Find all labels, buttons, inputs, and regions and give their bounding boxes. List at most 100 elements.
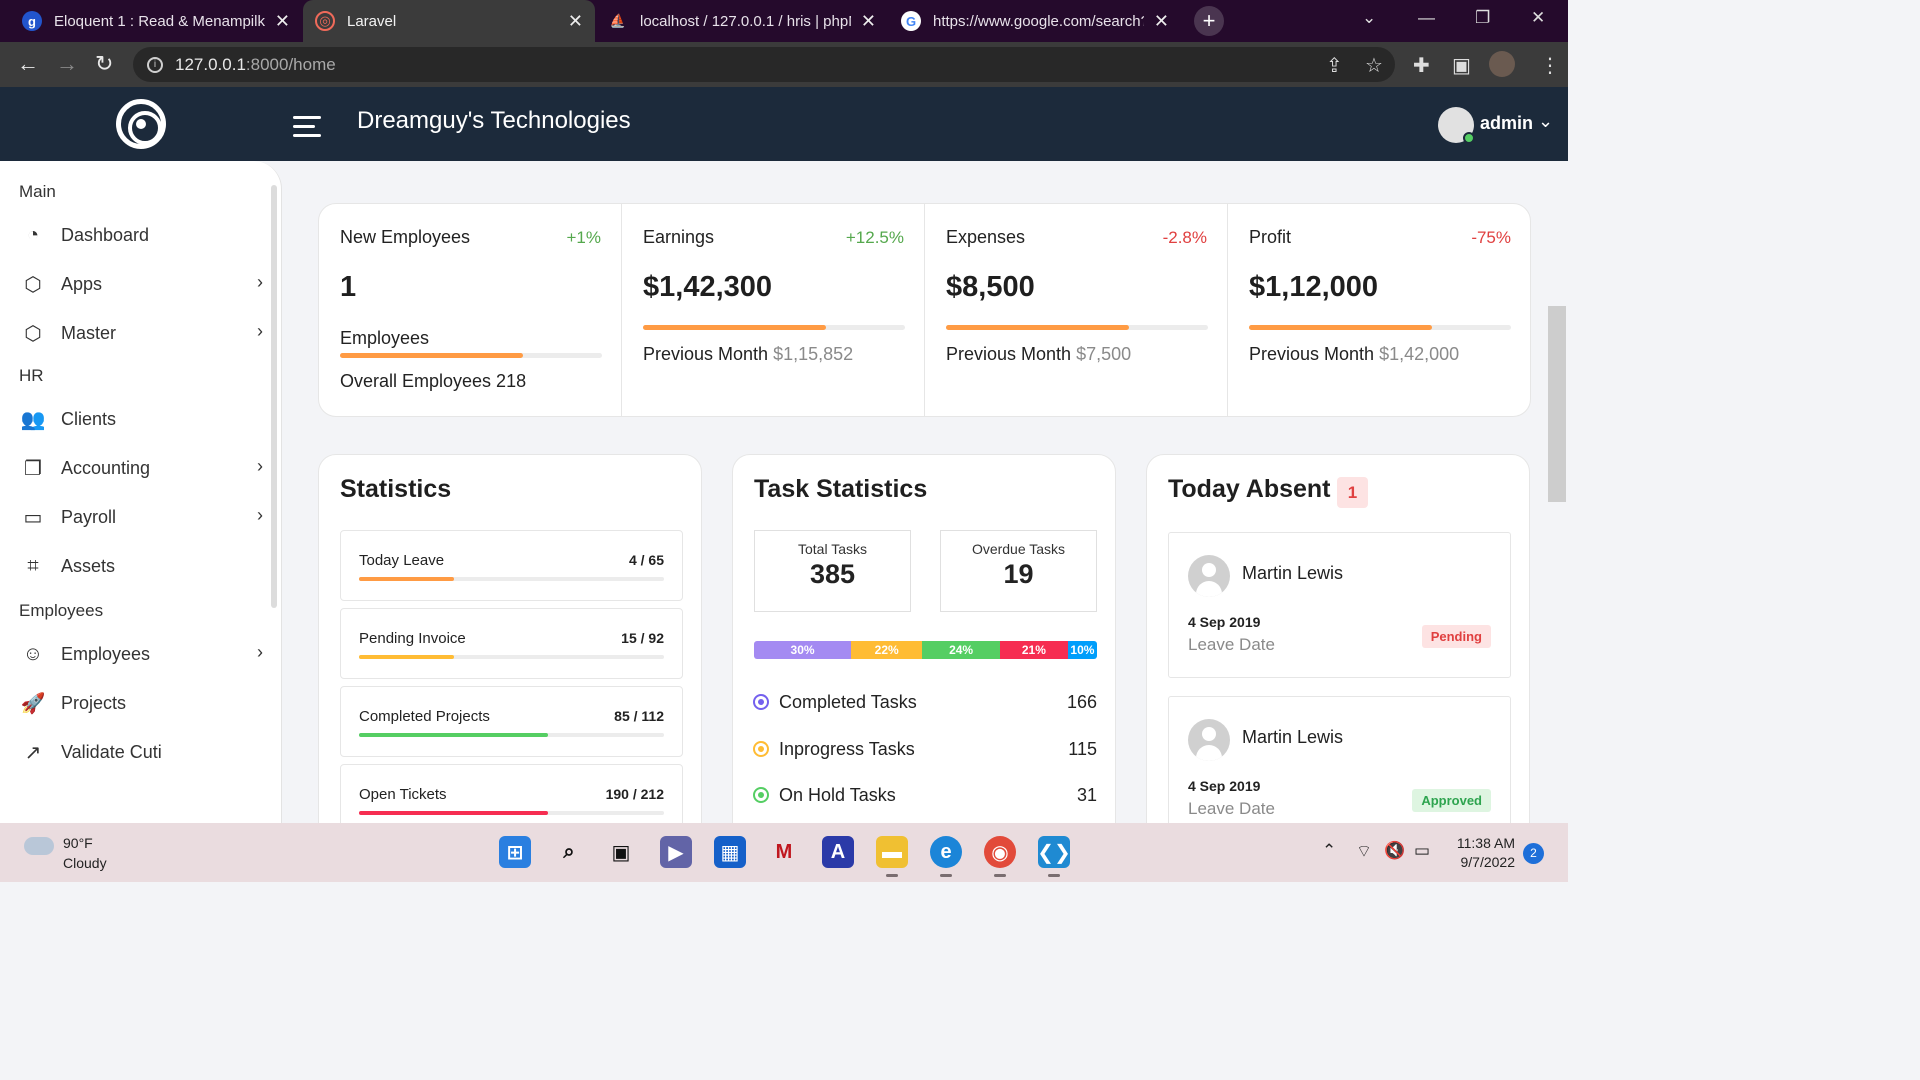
chrome-icon[interactable]: ◉ xyxy=(984,836,1016,877)
employee-name[interactable]: Martin Lewis xyxy=(1242,727,1343,748)
user-avatar[interactable] xyxy=(1438,107,1475,144)
sidebar-item-label: Accounting xyxy=(61,457,151,478)
chevron-down-icon[interactable]: ⌄ xyxy=(1538,111,1553,132)
stat-change: +12.5% xyxy=(845,228,904,247)
edge-icon[interactable]: e xyxy=(930,836,962,877)
tab-search-icon[interactable]: ⌄ xyxy=(1362,8,1376,28)
sidebar-item-label: Master xyxy=(61,322,117,343)
sidebar-item-apps[interactable]: ⬡ Apps › xyxy=(19,269,269,299)
browser-tab-laravel[interactable]: ◎ Laravel ✕ xyxy=(303,0,595,42)
share-icon[interactable]: ⇪ xyxy=(1326,53,1343,78)
previous-value: $7,500 xyxy=(1076,344,1132,364)
task-line-count: 166 xyxy=(1066,691,1097,712)
new-tab-button[interactable]: + xyxy=(1194,6,1224,36)
employee-name[interactable]: Martin Lewis xyxy=(1242,563,1343,584)
sidebar-item-master[interactable]: ⬡ Master › xyxy=(19,318,269,348)
stat-value: $1,12,000 xyxy=(1249,271,1379,303)
vscode-icon[interactable]: ❮❯ xyxy=(1037,836,1071,877)
previous-value: $1,15,852 xyxy=(773,344,854,364)
laracasts-favicon-icon: g xyxy=(22,11,42,31)
volume-muted-icon[interactable]: 🔇 xyxy=(1384,841,1405,861)
browser-menu-icon[interactable]: ⋮ xyxy=(1540,53,1560,78)
browser-tab-eloquent[interactable]: g Eloquent 1 : Read & Menampilka ✕ xyxy=(10,0,302,42)
segment-on-hold: 24% xyxy=(922,641,1000,659)
weather-temp[interactable]: 90°F xyxy=(63,835,93,851)
leave-date: 4 Sep 2019 xyxy=(1188,614,1261,630)
weather-condition[interactable]: Cloudy xyxy=(63,855,107,871)
teams-chat-icon[interactable]: ▶ xyxy=(660,836,692,868)
sidebar-item-dashboard[interactable]: ◔ Dashboard xyxy=(19,220,269,250)
rocket-icon: 🚀 xyxy=(20,692,46,715)
stat-progress xyxy=(643,325,905,330)
notification-badge[interactable]: 2 xyxy=(1523,843,1544,864)
stat-change: -75% xyxy=(1471,228,1511,247)
absent-entry[interactable]: Martin Lewis 4 Sep 2019 Leave Date Pendi… xyxy=(1168,532,1511,678)
task-distribution-bar: 30% 22% 24% 21% 10% xyxy=(754,641,1097,659)
app-icon[interactable]: A xyxy=(822,836,854,868)
previous-label: Previous Month xyxy=(643,344,769,364)
money-icon: ▭ xyxy=(23,506,43,529)
close-tab-icon[interactable]: ✕ xyxy=(568,11,583,32)
user-name[interactable]: admin xyxy=(1480,113,1533,134)
clock-time[interactable]: 11:38 AM xyxy=(1440,835,1515,851)
minimize-icon[interactable]: — xyxy=(1418,8,1435,28)
absent-entry[interactable]: Martin Lewis 4 Sep 2019 Leave Date Appro… xyxy=(1168,696,1511,842)
restore-icon[interactable]: ❐ xyxy=(1475,8,1490,28)
sidebar-item-accounting[interactable]: ❐ Accounting › xyxy=(19,453,269,483)
page-scrollbar[interactable] xyxy=(1548,306,1566,502)
total-tasks-value: 385 xyxy=(809,559,856,589)
address-bar[interactable]: i 127.0.0.1:8000/home xyxy=(133,47,1395,82)
overdue-tasks-label: Overdue Tasks xyxy=(971,541,1066,557)
sidebar-item-payroll[interactable]: ▭ Payroll › xyxy=(19,502,269,532)
menu-toggle-button[interactable] xyxy=(293,116,321,143)
forward-icon[interactable]: → xyxy=(56,51,78,77)
sidebar-item-assets[interactable]: ⌗ Assets xyxy=(19,551,269,581)
windows-start-icon[interactable]: ⊞ xyxy=(499,836,531,868)
task-view-icon[interactable]: ▣ xyxy=(605,836,637,868)
close-tab-icon[interactable]: ✕ xyxy=(1154,11,1169,32)
crop-icon: ⌗ xyxy=(27,554,39,577)
laravel-favicon-icon: ◎ xyxy=(315,11,335,31)
reload-icon[interactable]: ↻ xyxy=(95,51,113,77)
search-icon[interactable]: ⌕ xyxy=(553,836,585,868)
sidebar-scrollbar[interactable] xyxy=(271,185,277,608)
stat-progress xyxy=(1249,325,1511,330)
cube-icon: ⬡ xyxy=(24,322,42,345)
stat-row-completed-projects: Completed Projects 85 / 112 xyxy=(340,686,683,757)
battery-icon[interactable]: ▭ xyxy=(1414,841,1430,861)
close-tab-icon[interactable]: ✕ xyxy=(275,11,290,32)
sidebar-item-projects[interactable]: 🚀 Projects xyxy=(19,688,269,718)
sidebar-item-clients[interactable]: 👥 Clients xyxy=(19,404,269,434)
tab-title: Eloquent 1 : Read & Menampilka xyxy=(54,12,265,30)
clock-date[interactable]: 9/7/2022 xyxy=(1440,854,1516,870)
close-window-icon[interactable]: ✕ xyxy=(1531,8,1545,28)
back-icon[interactable]: ← xyxy=(17,51,39,77)
sidebar-item-label: Apps xyxy=(61,273,103,294)
card-title: Today Absent xyxy=(1168,475,1331,503)
browser-tab-google[interactable]: G https://www.google.com/search? ✕ xyxy=(889,0,1181,42)
stat-expenses: Expenses -2.8% $8,500 Previous Month $7,… xyxy=(925,204,1228,416)
mcafee-icon[interactable]: M xyxy=(768,836,800,868)
side-panel-icon[interactable]: ▣ xyxy=(1452,53,1471,78)
file-explorer-icon[interactable]: ▬ xyxy=(876,836,908,877)
stat-label: Expenses xyxy=(946,227,1026,247)
sidebar-item-employees[interactable]: ☺ Employees › xyxy=(19,639,269,669)
sidebar-item-validate-cuti[interactable]: ↗ Validate Cuti xyxy=(19,737,269,767)
row-value: 190 / 212 xyxy=(605,786,664,802)
chevron-up-icon[interactable]: ⌃ xyxy=(1322,841,1336,861)
site-info-icon[interactable]: i xyxy=(147,56,163,73)
cloud-icon[interactable] xyxy=(24,837,54,855)
bookmark-star-icon[interactable]: ☆ xyxy=(1365,53,1383,78)
wifi-icon[interactable]: ⌔ xyxy=(1356,841,1372,862)
browser-tab-phpmyadmin[interactable]: ⛵ localhost / 127.0.0.1 / hris | phpM ✕ xyxy=(596,0,888,42)
row-value: 4 / 65 xyxy=(628,552,664,568)
chevron-right-icon: › xyxy=(257,456,263,476)
sidebar-item-label: Validate Cuti xyxy=(61,741,162,762)
profile-avatar-icon[interactable] xyxy=(1489,51,1515,77)
stat-progress-fill xyxy=(1249,325,1433,330)
app-logo[interactable] xyxy=(116,99,166,149)
store-icon[interactable]: ▦ xyxy=(714,836,746,868)
leave-date: 4 Sep 2019 xyxy=(1188,778,1261,794)
close-tab-icon[interactable]: ✕ xyxy=(861,11,876,32)
extensions-icon[interactable]: ✚ xyxy=(1413,53,1430,78)
